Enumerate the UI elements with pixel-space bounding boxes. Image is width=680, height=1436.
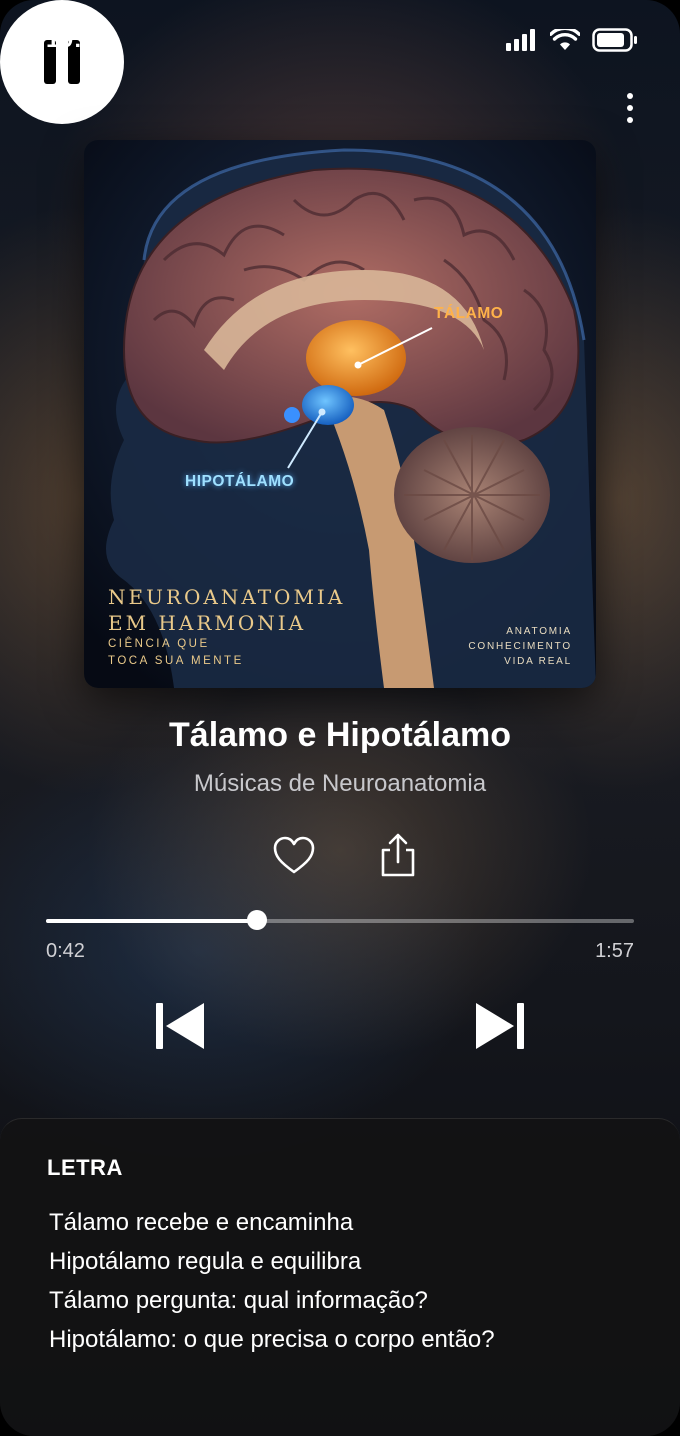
chevron-down-icon[interactable] bbox=[40, 92, 76, 122]
signal-icon bbox=[506, 29, 535, 51]
hypothalamus-label: HIPOTÁLAMO bbox=[185, 473, 295, 490]
status-time: 19:42 bbox=[46, 26, 110, 53]
battery-icon bbox=[592, 28, 637, 52]
lyric-line: Hipotálamo: o que precisa o corpo então? bbox=[49, 1326, 495, 1353]
progress-knob[interactable] bbox=[246, 910, 267, 930]
album-title: NEUROANATOMIA EM HARMONIA bbox=[108, 585, 346, 635]
heart-icon[interactable] bbox=[272, 836, 316, 876]
progress-bar[interactable] bbox=[46, 910, 634, 930]
wifi-icon bbox=[550, 29, 580, 50]
track-title: Tálamo e Hipotálamo bbox=[169, 716, 511, 754]
share-icon[interactable] bbox=[378, 832, 418, 878]
lyrics-lines: Tálamo recebe e encaminha Hipotálamo reg… bbox=[49, 1203, 495, 1359]
progress-fill bbox=[46, 919, 257, 923]
elapsed-time: 0:42 bbox=[46, 940, 85, 962]
lyrics-panel[interactable]: LETRA Tálamo recebe e encaminha Hipotála… bbox=[0, 1118, 680, 1436]
skip-next-icon[interactable] bbox=[474, 1000, 526, 1052]
now-playing-screen: 19:42 TÁLAMO HIPOTÁLAMO NEUROANATOMIA EM… bbox=[0, 0, 680, 1436]
lyric-line: Hipotálamo regula e equilibra bbox=[49, 1248, 362, 1275]
album-artwork: TÁLAMO HIPOTÁLAMO NEUROANATOMIA EM HARMO… bbox=[84, 140, 596, 688]
status-bar: 19:42 bbox=[0, 0, 680, 80]
lyric-line: Tálamo pergunta: qual informação? bbox=[49, 1287, 428, 1314]
total-time: 1:57 bbox=[595, 940, 634, 962]
lyrics-heading: LETRA bbox=[47, 1155, 123, 1180]
lyric-line: Tálamo recebe e encaminha bbox=[49, 1209, 354, 1236]
more-vertical-icon[interactable] bbox=[620, 90, 640, 126]
skip-previous-icon[interactable] bbox=[154, 1000, 206, 1052]
album-subtitle: CIÊNCIA QUE TOCA SUA MENTE bbox=[108, 638, 244, 667]
album-tags: ANATOMIA CONHECIMENTO VIDA REAL bbox=[468, 626, 572, 667]
track-artist[interactable]: Músicas de Neuroanatomia bbox=[0, 770, 680, 798]
thalamus-label: TÁLAMO bbox=[434, 305, 504, 322]
